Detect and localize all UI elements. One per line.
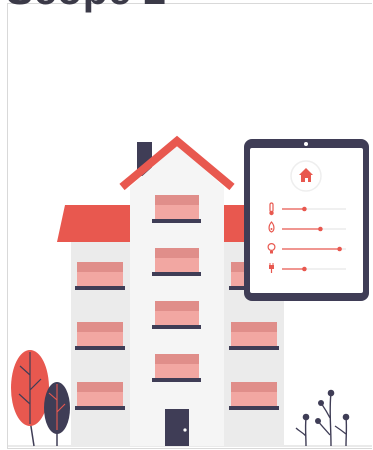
window-sill [229,406,279,410]
window-shade [155,195,199,205]
window-sill [75,346,125,350]
central-tower [119,135,235,446]
slider-knob [302,206,307,212]
red-tree [11,350,49,447]
window-shade [77,382,123,392]
window-shade [77,262,123,272]
door-knob [183,428,187,432]
window-sill [152,378,201,382]
window-shade [155,354,199,364]
dark-tree [44,382,70,446]
window-sill [152,219,201,223]
window-shade [77,322,123,332]
window-sill [75,286,125,290]
window-sill [229,346,279,350]
slider-knob [302,266,307,272]
smart-building-illustration [8,135,372,447]
window-shade [155,248,199,258]
tablet-camera [304,142,308,146]
plant-sprigs [295,389,350,447]
smart-home-tablet [244,139,369,301]
front-door [165,409,189,446]
window-shade [155,301,199,311]
window-sill [152,325,201,329]
page: Scope 2 [0,0,373,450]
window-sill [75,406,125,410]
window-shade [231,382,277,392]
slider-knob [318,226,323,232]
slider-knob [337,246,342,252]
tower-wall [130,145,224,446]
window-sill [152,272,201,276]
left-wing-roof [57,205,131,242]
window-shade [231,322,277,332]
